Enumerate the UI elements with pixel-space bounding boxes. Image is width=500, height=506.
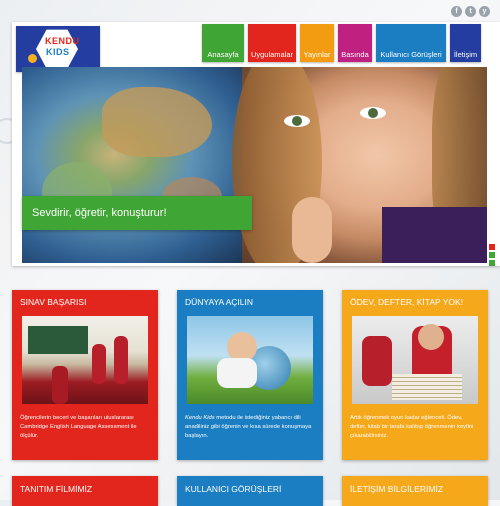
card-title: TANITIM FİLMİMİZ	[20, 484, 93, 494]
nav-item-uygulamalar[interactable]: Uygulamalar	[248, 24, 296, 62]
finger-shape	[292, 197, 332, 263]
classroom-photo	[22, 316, 148, 404]
eye-right	[360, 107, 386, 119]
logo-word-1: KENDU	[45, 36, 80, 46]
card-user-reviews[interactable]: KULLANICI GÖRÜŞLERİ	[177, 476, 323, 506]
logo-word-2: KIDS	[46, 47, 70, 57]
shirt-shape	[382, 207, 487, 263]
nav-item-anasayfa[interactable]: Anasayfa	[202, 24, 244, 62]
slider-dot[interactable]	[489, 260, 495, 266]
child-globe-photo	[187, 316, 313, 404]
facebook-icon[interactable]: f	[451, 6, 462, 17]
card-title: SINAV BAŞARISI	[20, 297, 87, 307]
eye-left	[284, 115, 310, 127]
card-title: KULLANICI GÖRÜŞLERİ	[185, 484, 282, 494]
nav-item-yayinlar[interactable]: Yayınlar	[300, 24, 334, 62]
hero-slogan: Sevdirir, öğretir, konuşturur!	[22, 196, 252, 230]
hero-slider-image	[22, 67, 487, 263]
card-title: ÖDEV, DEFTER, KİTAP YOK!	[350, 297, 464, 307]
card-text: Öğrencilerin beceri ve başarıları ulusla…	[20, 415, 137, 439]
card-open-to-world[interactable]: DÜNYAYA AÇILIN Kendu Kids metodu ile ist…	[177, 290, 323, 460]
card-text: Artık öğrenmek oyun kadar eğlenceli. Öde…	[350, 415, 474, 439]
slider-dot[interactable]	[489, 252, 495, 258]
logo-dot	[28, 54, 37, 63]
card-no-homework[interactable]: ÖDEV, DEFTER, KİTAP YOK! Artık öğrenmek …	[342, 290, 488, 460]
card-title: İLETİŞİM BİLGİLERİMİZ	[350, 484, 444, 494]
social-links: f t y	[451, 6, 490, 17]
card-title: DÜNYAYA AÇILIN	[185, 297, 254, 307]
card-exam-success[interactable]: SINAV BAŞARISI Öğrencilerin beceri ve ba…	[12, 290, 158, 460]
slider-dot[interactable]	[489, 244, 495, 250]
site-logo[interactable]: KENDU KIDS	[16, 26, 100, 72]
main-nav: Anasayfa Uygulamalar Yayınlar Basında Ku…	[202, 24, 481, 62]
twitter-icon[interactable]: t	[465, 6, 476, 17]
nav-item-iletisim[interactable]: İletişim	[450, 24, 481, 62]
globe-illustration	[22, 67, 252, 263]
card-contact-info[interactable]: İLETİŞİM BİLGİLERİMİZ	[342, 476, 488, 506]
card-text: Kendu Kids metodu ile istediğiniz yabanc…	[185, 415, 312, 439]
nav-item-kullanici-gorusleri[interactable]: Kullanıcı Görüşleri	[376, 24, 446, 62]
youtube-icon[interactable]: y	[479, 6, 490, 17]
kids-books-photo	[352, 316, 478, 404]
card-promo-film[interactable]: TANITIM FİLMİMİZ	[12, 476, 158, 506]
slider-dots	[489, 244, 495, 266]
nav-item-basinda[interactable]: Basında	[338, 24, 372, 62]
